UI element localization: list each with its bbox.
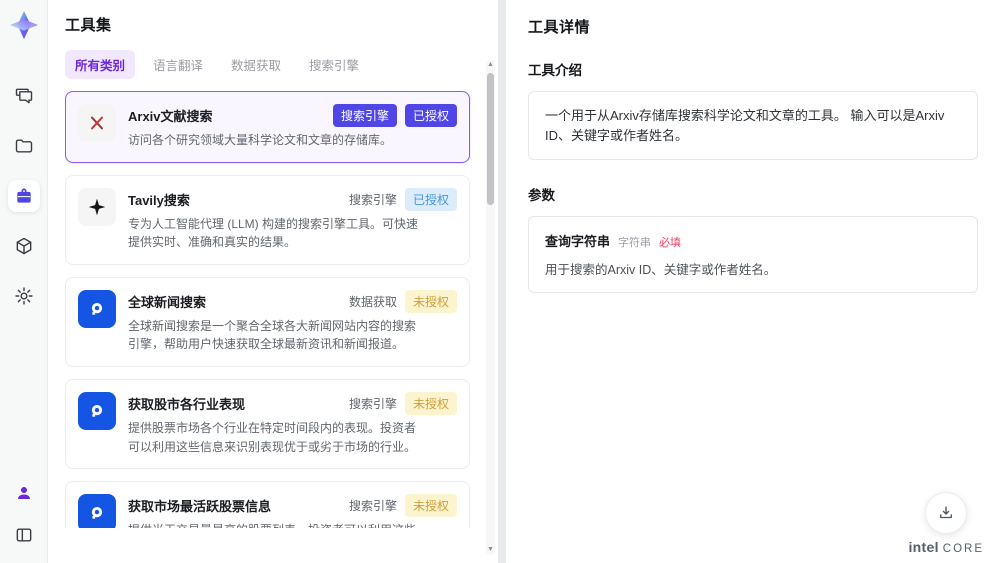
app-logo bbox=[9, 10, 39, 40]
tab-0[interactable]: 所有类别 bbox=[65, 50, 136, 79]
sidebar-item-packages[interactable] bbox=[8, 230, 40, 262]
sidebar-item-tools[interactable] bbox=[7, 180, 40, 212]
detail-title: 工具详情 bbox=[528, 19, 591, 36]
param-type: 字符串 bbox=[618, 237, 652, 249]
scrollbar[interactable]: ▲ ▼ bbox=[486, 60, 495, 555]
tool-description: 全球新闻搜索是一个聚合全球各大新闻网站内容的搜索引擎，帮助用户快速获取全球最新资… bbox=[128, 318, 417, 352]
brand-primary: intel bbox=[908, 539, 939, 555]
tab-3[interactable]: 搜索引擎 bbox=[299, 50, 369, 79]
brand-secondary: CORE bbox=[942, 543, 984, 555]
category-badge: 搜索引擎 bbox=[348, 499, 397, 514]
tool-description: 提供当天交易量最高的股票列表，投资者可以利用这些信息来识别流动性强的股票和潜在的… bbox=[128, 521, 420, 528]
params-box: 查询字符串 字符串 必填 用于搜索的Arxiv ID、关键字或作者姓名。 bbox=[528, 216, 978, 293]
cube-icon bbox=[14, 236, 34, 256]
intel-core-logo: intel CORE bbox=[908, 539, 984, 555]
auth-status-badge: 未授权 bbox=[404, 289, 457, 313]
blue-search-icon bbox=[78, 494, 116, 528]
sidebar bbox=[0, 0, 48, 563]
tool-description: 专为人工智能代理 (LLM) 构建的搜索引擎工具。可快速提供实时、准确和真实的结… bbox=[128, 216, 419, 250]
chat-icon bbox=[14, 86, 34, 106]
auth-status-badge: 未授权 bbox=[404, 494, 457, 518]
param-name: 查询字符串 bbox=[545, 234, 611, 249]
scroll-up-icon[interactable]: ▲ bbox=[486, 60, 495, 70]
param-item: 查询字符串 字符串 必填 用于搜索的Arxiv ID、关键字或作者姓名。 bbox=[545, 231, 961, 278]
tool-description: 提供股票市场各个行业在特定时间段内的表现。投资者可以利用这些信息来识别表现优于或… bbox=[128, 420, 417, 454]
corner-widgets: intel CORE bbox=[908, 492, 984, 555]
tab-1[interactable]: 语言翻译 bbox=[143, 50, 213, 79]
scroll-down-icon[interactable]: ▼ bbox=[486, 545, 495, 555]
category-badge: 搜索引擎 bbox=[348, 396, 397, 411]
app: 工具集 所有类别 语言翻译 数据获取 搜索引擎 Arxiv文献搜索 访问各个研究领域大… bbox=[0, 0, 1000, 563]
params-heading: 参数 bbox=[528, 188, 555, 203]
sidebar-item-files[interactable] bbox=[8, 130, 40, 162]
panel-icon bbox=[14, 525, 34, 545]
tool-card[interactable]: 全球新闻搜索 全球新闻搜索是一个聚合全球各大新闻网站内容的搜索引擎，帮助用户快速… bbox=[65, 276, 470, 367]
param-required-flag: 必填 bbox=[659, 237, 682, 249]
panel-divider bbox=[498, 0, 506, 563]
gear-icon bbox=[14, 286, 34, 306]
blue-search-icon bbox=[78, 289, 116, 328]
blue-search-icon bbox=[78, 391, 116, 430]
sidebar-item-settings[interactable] bbox=[8, 280, 40, 312]
intro-heading: 工具介绍 bbox=[528, 63, 582, 78]
auth-status-badge: 已授权 bbox=[404, 104, 457, 127]
tool-card[interactable]: 获取市场最活跃股票信息 提供当天交易量最高的股票列表，投资者可以利用这些信息来识… bbox=[65, 481, 470, 528]
param-description: 用于搜索的Arxiv ID、关键字或作者姓名。 bbox=[545, 263, 777, 277]
page-title: 工具集 bbox=[65, 17, 112, 34]
tool-list: Arxiv文献搜索 访问各个研究领域大量科学论文和文章的存储库。 搜索引擎 已授… bbox=[65, 91, 498, 528]
intro-box: 一个用于从Arxiv存储库搜索科学论文和文章的工具。 输入可以是Arxiv ID… bbox=[528, 91, 978, 160]
tool-description: 访问各个研究领域大量科学论文和文章的存储库。 bbox=[128, 133, 393, 147]
tool-card[interactable]: 获取股市各行业表现 提供股票市场各个行业在特定时间段内的表现。投资者可以利用这些… bbox=[65, 378, 470, 470]
download-icon bbox=[940, 506, 953, 519]
tool-card[interactable]: Tavily搜索 专为人工智能代理 (LLM) 构建的搜索引擎工具。可快速提供实… bbox=[65, 174, 470, 265]
tool-list-panel: 工具集 所有类别 语言翻译 数据获取 搜索引擎 Arxiv文献搜索 访问各个研究领域大… bbox=[48, 0, 498, 563]
folder-icon bbox=[14, 136, 34, 156]
tool-card[interactable]: Arxiv文献搜索 访问各个研究领域大量科学论文和文章的存储库。 搜索引擎 已授… bbox=[65, 91, 470, 163]
category-badge: 数据获取 bbox=[348, 294, 397, 309]
briefcase-icon bbox=[14, 186, 34, 206]
intro-text: 一个用于从Arxiv存储库搜索科学论文和文章的工具。 输入可以是Arxiv ID… bbox=[545, 108, 945, 143]
auth-status-badge: 已授权 bbox=[404, 187, 457, 211]
download-button[interactable] bbox=[925, 492, 968, 534]
category-tabs: 所有类别 语言翻译 数据获取 搜索引擎 bbox=[65, 50, 498, 79]
auth-status-badge: 未授权 bbox=[404, 391, 457, 415]
arxiv-icon bbox=[78, 104, 116, 142]
user-icon bbox=[15, 484, 33, 502]
sidebar-item-collapse-panel[interactable] bbox=[8, 519, 40, 551]
sidebar-item-profile[interactable] bbox=[8, 477, 40, 509]
tab-2[interactable]: 数据获取 bbox=[221, 50, 291, 79]
scrollbar-thumb[interactable] bbox=[487, 73, 494, 205]
sidebar-nav bbox=[7, 80, 40, 312]
sparkle-icon bbox=[78, 187, 116, 226]
sidebar-item-chat[interactable] bbox=[8, 80, 40, 112]
tool-detail-panel: 工具详情 工具介绍 一个用于从Arxiv存储库搜索科学论文和文章的工具。 输入可… bbox=[506, 0, 1000, 563]
category-badge: 搜索引擎 bbox=[348, 192, 397, 207]
category-badge: 搜索引擎 bbox=[332, 104, 397, 127]
sidebar-bottom-nav bbox=[8, 477, 40, 551]
